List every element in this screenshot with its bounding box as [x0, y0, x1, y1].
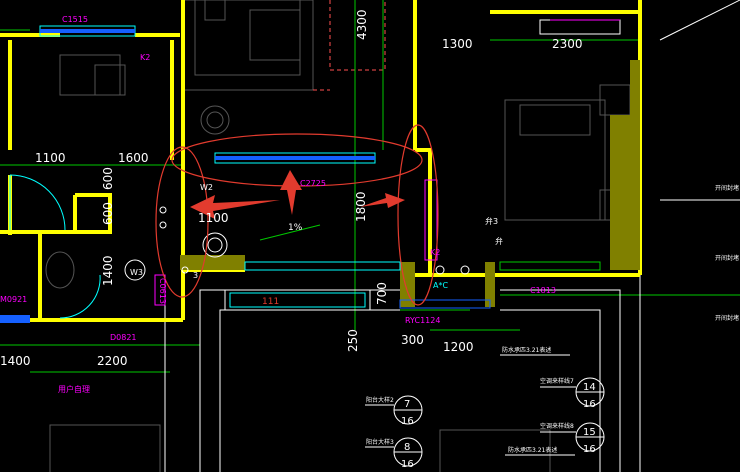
legend-r-label1: 空调来样线7 — [540, 377, 574, 385]
legend-row1-sub: 16 — [401, 416, 414, 427]
dim-2300: 2300 — [552, 37, 583, 51]
label-pct3: 3 — [193, 271, 198, 280]
dim-250: 250 — [346, 329, 360, 352]
legend-callouts — [365, 354, 605, 467]
dim-300: 300 — [401, 333, 424, 347]
windows — [0, 19, 621, 323]
dim-700: 700 — [375, 282, 389, 305]
dim-2200: 2200 — [97, 354, 128, 368]
label-w3: W3 — [130, 268, 143, 277]
legend-r-val1: 14 — [583, 382, 596, 393]
dim-1600: 1600 — [118, 151, 149, 165]
dim-1800: 1800 — [354, 191, 368, 222]
label-k2-top: K2 — [140, 53, 150, 62]
furniture-outlines — [45, 0, 631, 472]
legend-row2-label: 阳台大样3 — [366, 438, 394, 446]
label-k2-right: K2 — [430, 248, 440, 257]
legend-r-sub2: 16 — [583, 444, 596, 455]
label-w2: W2 — [200, 183, 213, 192]
label-eq1: 弁 — [495, 236, 503, 246]
dim-1400-left: 1400 — [0, 354, 31, 368]
legend-r-sub1: 16 — [583, 399, 596, 410]
label-c0613: C0613 — [158, 278, 167, 304]
legend-row1-label: 阳台大样2 — [366, 396, 394, 404]
cad-drawing-canvas[interactable]: 1100 1600 600 600 1400 1100 1800 700 250… — [0, 0, 740, 472]
legend-row1-val: 7 — [404, 399, 410, 410]
label-c1813: C1813 — [530, 286, 556, 295]
legend-row2-val: 8 — [404, 442, 410, 453]
label-ryc: RYC1124 — [405, 316, 440, 325]
dim-600-b: 600 — [101, 202, 115, 225]
side-note-2: 开间封堵 — [715, 254, 739, 262]
label-c1515: C1515 — [62, 15, 88, 24]
dim-1100: 1100 — [35, 151, 66, 165]
label-household: 用户自理 — [58, 384, 90, 394]
side-note-3: 开间封堵 — [715, 314, 739, 322]
dim-600: 600 — [101, 167, 115, 190]
side-note-1: 开间封堵 — [715, 184, 739, 192]
label-slope: 1% — [288, 223, 303, 233]
label-eq3: 弁3 — [485, 216, 498, 226]
label-axc: A*C — [433, 281, 448, 290]
dashed-boundary — [313, 0, 386, 91]
dim-1200: 1200 — [443, 340, 474, 354]
legend-r-label2: 空调来样线8 — [540, 422, 574, 430]
pipe-fixtures — [124, 206, 470, 281]
floor-plan[interactable]: 1100 1600 600 600 1400 1100 1800 700 250… — [0, 0, 740, 472]
label-c2725: C2725 — [300, 179, 326, 188]
label-d0821: D0821 — [110, 333, 137, 342]
dim-1100-mid: 1100 — [198, 211, 229, 225]
legend-note-bottom: 防水承匹3.21表述 — [508, 446, 557, 454]
dim-1400: 1400 — [101, 255, 115, 286]
label-red-pipe: 111 — [262, 297, 279, 307]
legend-row2-sub: 16 — [401, 459, 414, 470]
dim-4300: 4300 — [355, 9, 369, 40]
dim-1300: 1300 — [442, 37, 473, 51]
legend-note-top: 防水承匹3.21表述 — [502, 346, 551, 354]
legend-r-val2: 15 — [583, 427, 596, 438]
label-m0921: M0921 — [0, 295, 27, 304]
